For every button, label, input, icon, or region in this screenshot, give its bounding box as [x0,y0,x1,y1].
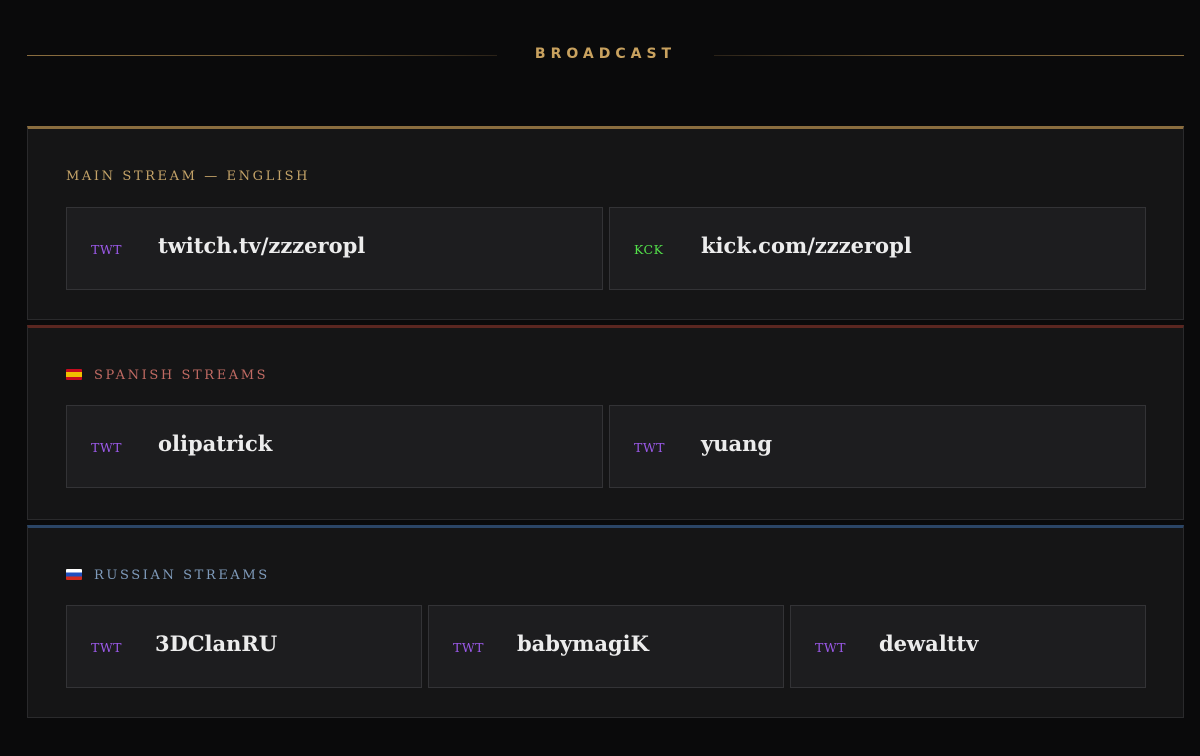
twitch-badge: TWT [91,640,123,655]
stream-link[interactable]: dewalttv [879,631,978,656]
stream-link[interactable]: babymagiK [517,631,649,656]
stream-link[interactable]: kick.com/zzzeropl [701,233,912,258]
stream-link[interactable]: 3DClanRU [155,631,277,656]
kick-badge: KCK [634,242,664,257]
stream-link[interactable]: olipatrick [158,431,272,456]
stream-link[interactable]: twitch.tv/zzzeropl [158,233,365,258]
page-title: BROADCAST [534,46,677,62]
stream-card-babymagik[interactable]: TWT babymagiK [428,605,784,688]
section-label-russian: RUSSIAN STREAMS [66,568,270,583]
twitch-badge: TWT [91,440,123,455]
russian-streams-section: RUSSIAN STREAMS TWT 3DClanRU TWT babymag… [27,525,1184,718]
stream-card-kick-zzzeropl[interactable]: KCK kick.com/zzzeropl [609,207,1146,290]
spain-flag-icon [66,369,82,380]
twitch-badge: TWT [815,640,847,655]
broadcast-header: BROADCAST [27,42,1184,68]
russia-flag-icon [66,569,82,580]
section-label-text: SPANISH STREAMS [94,368,269,383]
stream-card-twitch-zzzeropl[interactable]: TWT twitch.tv/zzzeropl [66,207,603,290]
twitch-badge: TWT [91,242,123,257]
main-stream-section: MAIN STREAM — ENGLISH TWT twitch.tv/zzze… [27,126,1184,320]
stream-card-3dclanru[interactable]: TWT 3DClanRU [66,605,422,688]
spanish-streams-section: SPANISH STREAMS TWT olipatrick TWT yuang [27,325,1184,520]
section-label-main: MAIN STREAM — ENGLISH [66,169,311,184]
header-divider-right [714,55,1184,56]
twitch-badge: TWT [453,640,485,655]
stream-link[interactable]: yuang [701,431,772,456]
section-label-text: RUSSIAN STREAMS [94,568,270,583]
stream-card-yuang[interactable]: TWT yuang [609,405,1146,488]
twitch-badge: TWT [634,440,666,455]
stream-card-dewalttv[interactable]: TWT dewalttv [790,605,1146,688]
stream-card-olipatrick[interactable]: TWT olipatrick [66,405,603,488]
section-label-spanish: SPANISH STREAMS [66,368,268,383]
